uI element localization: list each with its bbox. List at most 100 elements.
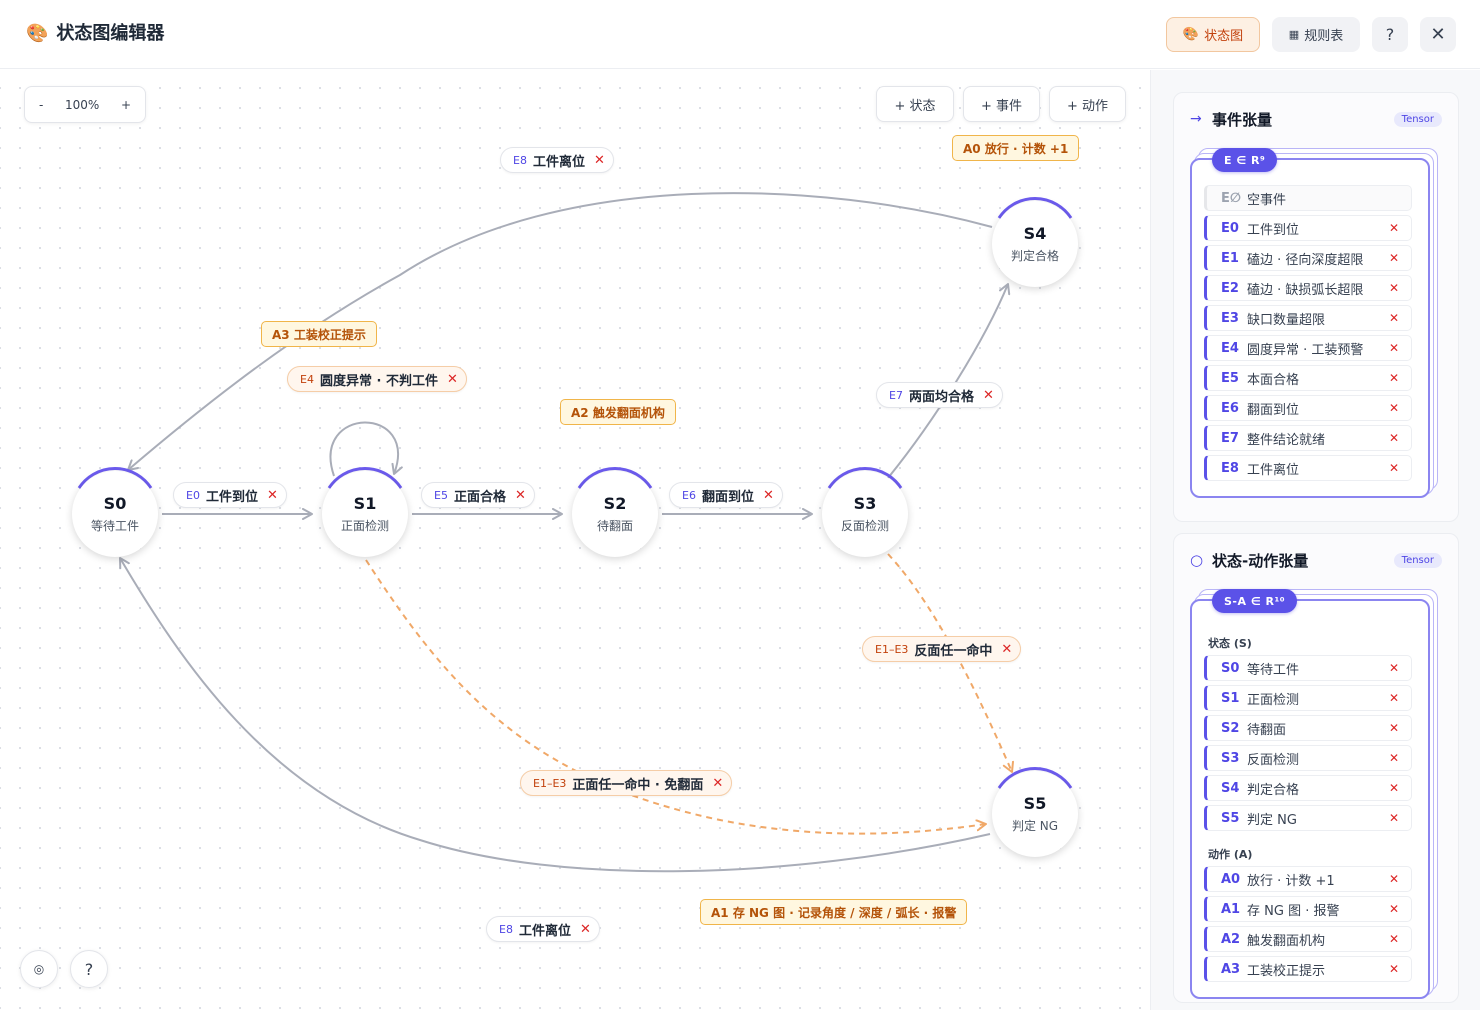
locate-icon[interactable]: ◎ bbox=[20, 950, 58, 988]
event-row[interactable]: E5 本面合格 ✕ bbox=[1204, 365, 1412, 391]
remove-icon[interactable]: ✕ bbox=[267, 488, 278, 503]
states-heading: 状态 (S) bbox=[1208, 637, 1252, 650]
event-row[interactable]: E0 工件到位 ✕ bbox=[1204, 215, 1412, 241]
state-row[interactable]: S4 判定合格 ✕ bbox=[1204, 775, 1412, 801]
remove-icon[interactable]: ✕ bbox=[594, 153, 605, 168]
state-row[interactable]: S5 判定 NG ✕ bbox=[1204, 805, 1412, 831]
action-label-a0[interactable]: A0 放行 · 计数 +1 bbox=[952, 135, 1080, 161]
add-action-button[interactable]: + 动作 bbox=[1049, 86, 1126, 122]
diagram-canvas[interactable]: - 100% + + 状态 + 事件 + 动作 S0 等待工件 S1 正面检测 … bbox=[0, 70, 1150, 1010]
event-label-e1-e3-back[interactable]: E1–E3 反面任一命中 ✕ bbox=[862, 636, 1022, 662]
help-button-canvas[interactable]: ? bbox=[70, 950, 108, 988]
state-node-s0[interactable]: S0 等待工件 bbox=[72, 471, 158, 557]
state-row[interactable]: S0 等待工件 ✕ bbox=[1204, 655, 1412, 681]
event-label-e6[interactable]: E6 翻面到位 ✕ bbox=[669, 482, 783, 508]
event-row[interactable]: E1 磕边 · 径向深度超限 ✕ bbox=[1204, 245, 1412, 271]
close-button[interactable]: ✕ bbox=[1420, 17, 1456, 52]
event-label-e5[interactable]: E5 正面合格 ✕ bbox=[421, 482, 535, 508]
event-id: E8 bbox=[513, 153, 527, 167]
remove-icon[interactable]: ✕ bbox=[580, 922, 591, 937]
remove-icon[interactable]: ✕ bbox=[1389, 781, 1399, 795]
remove-icon[interactable]: ✕ bbox=[1389, 221, 1399, 235]
state-row[interactable]: S2 待翻面 ✕ bbox=[1204, 715, 1412, 741]
action-label-a2[interactable]: A2 触发翻面机构 bbox=[560, 399, 676, 425]
event-label-e4[interactable]: E4 圆度异常 · 不判工件 ✕ bbox=[287, 366, 467, 392]
remove-icon[interactable]: ✕ bbox=[1389, 661, 1399, 675]
event-label-e0[interactable]: E0 工件到位 ✕ bbox=[173, 482, 287, 508]
add-event-button[interactable]: + 事件 bbox=[963, 86, 1040, 122]
action-row-text: 工装校正提示 bbox=[1247, 963, 1326, 979]
event-id: E5 bbox=[434, 488, 448, 502]
event-id: E8 bbox=[499, 922, 513, 936]
action-row-text: 存 NG 图 · 报警 bbox=[1247, 903, 1340, 919]
zoom-in-button[interactable]: + bbox=[121, 98, 131, 112]
remove-icon[interactable]: ✕ bbox=[1389, 371, 1399, 385]
edge-s5-s0[interactable] bbox=[119, 557, 991, 873]
remove-icon[interactable]: ✕ bbox=[1389, 461, 1399, 475]
event-row-empty[interactable]: E∅ 空事件 bbox=[1204, 185, 1412, 211]
action-row-text: 放行 · 计数 +1 bbox=[1247, 873, 1335, 889]
state-name: 判定 NG bbox=[1011, 818, 1059, 833]
state-row[interactable]: S1 正面检测 ✕ bbox=[1204, 685, 1412, 711]
remove-icon[interactable]: ✕ bbox=[1389, 811, 1399, 825]
event-label-e8-top[interactable]: E8 工件离位 ✕ bbox=[500, 147, 614, 173]
edge-s4-s0[interactable] bbox=[127, 192, 993, 471]
help-button[interactable]: ? bbox=[1372, 17, 1408, 52]
remove-icon[interactable]: ✕ bbox=[1389, 721, 1399, 735]
edge-s3-s4[interactable] bbox=[887, 283, 1011, 479]
event-label-e1-e3-front[interactable]: E1–E3 正面任一命中 · 免翻面 ✕ bbox=[520, 770, 733, 796]
action-row[interactable]: A0 放行 · 计数 +1 ✕ bbox=[1204, 866, 1412, 892]
event-row[interactable]: E4 圆度异常 · 工装预警 ✕ bbox=[1204, 335, 1412, 361]
remove-icon[interactable]: ✕ bbox=[515, 488, 526, 503]
action-row[interactable]: A3 工装校正提示 ✕ bbox=[1204, 956, 1412, 982]
remove-icon[interactable]: ✕ bbox=[1389, 932, 1399, 946]
action-row[interactable]: A1 存 NG 图 · 报警 ✕ bbox=[1204, 896, 1412, 922]
event-id: E1–E3 bbox=[533, 776, 567, 790]
remove-icon[interactable]: ✕ bbox=[983, 388, 994, 403]
state-row[interactable]: S3 反面检测 ✕ bbox=[1204, 745, 1412, 771]
action-label-a3[interactable]: A3 工装校正提示 bbox=[261, 321, 377, 347]
event-text: 两面均合格 bbox=[908, 389, 974, 405]
remove-icon[interactable]: ✕ bbox=[1389, 401, 1399, 415]
event-row[interactable]: E8 工件离位 ✕ bbox=[1204, 455, 1412, 481]
action-label-a1[interactable]: A1 存 NG 图 · 记录角度 / 深度 / 弧长 · 报警 bbox=[700, 899, 968, 925]
remove-icon[interactable]: ✕ bbox=[1389, 691, 1399, 705]
remove-icon[interactable]: ✕ bbox=[712, 776, 723, 791]
event-label-e8-bottom[interactable]: E8 工件离位 ✕ bbox=[486, 916, 600, 942]
rule-table-tab[interactable]: ▦ 规则表 bbox=[1272, 17, 1360, 52]
remove-icon[interactable]: ✕ bbox=[1389, 341, 1399, 355]
state-node-s2[interactable]: S2 待翻面 bbox=[572, 471, 658, 557]
event-row[interactable]: E3 缺口数量超限 ✕ bbox=[1204, 305, 1412, 331]
event-row-id: E0 bbox=[1221, 220, 1239, 236]
event-row-text: 本面合格 bbox=[1247, 372, 1300, 388]
state-row-text: 判定合格 bbox=[1247, 782, 1300, 798]
remove-icon[interactable]: ✕ bbox=[1389, 962, 1399, 976]
remove-icon[interactable]: ✕ bbox=[1389, 311, 1399, 325]
event-tensor-card: → 事件张量 Tensor E ∈ R⁹ E∅ 空事件 E0 工件到位 ✕ E1 磕边 … bbox=[1173, 92, 1459, 522]
zoom-out-button[interactable]: - bbox=[39, 98, 43, 112]
remove-icon[interactable]: ✕ bbox=[1389, 902, 1399, 916]
state-diagram-tab[interactable]: 🎨 状态图 bbox=[1166, 17, 1260, 52]
remove-icon[interactable]: ✕ bbox=[763, 488, 774, 503]
event-row[interactable]: E2 磕边 · 缺损弧长超限 ✕ bbox=[1204, 275, 1412, 301]
remove-icon[interactable]: ✕ bbox=[1389, 281, 1399, 295]
event-row[interactable]: E6 翻面到位 ✕ bbox=[1204, 395, 1412, 421]
palette-icon: 🎨 bbox=[26, 23, 49, 44]
remove-icon[interactable]: ✕ bbox=[1001, 642, 1012, 657]
state-node-s5[interactable]: S5 判定 NG bbox=[992, 771, 1078, 857]
state-node-s3[interactable]: S3 反面检测 bbox=[822, 471, 908, 557]
action-row[interactable]: A2 触发翻面机构 ✕ bbox=[1204, 926, 1412, 952]
state-node-s1[interactable]: S1 正面检测 bbox=[322, 471, 408, 557]
state-node-s4[interactable]: S4 判定合格 bbox=[992, 201, 1078, 287]
remove-icon[interactable]: ✕ bbox=[1389, 872, 1399, 886]
add-state-button[interactable]: + 状态 bbox=[876, 86, 954, 122]
event-text: 正面合格 bbox=[453, 489, 506, 505]
remove-icon[interactable]: ✕ bbox=[1389, 431, 1399, 445]
event-row[interactable]: E7 整件结论就绪 ✕ bbox=[1204, 425, 1412, 451]
event-label-e7[interactable]: E7 两面均合格 ✕ bbox=[876, 382, 1003, 408]
edge-s3-s5[interactable] bbox=[887, 553, 1014, 773]
event-row-id: E∅ bbox=[1221, 190, 1242, 206]
remove-icon[interactable]: ✕ bbox=[447, 372, 458, 387]
remove-icon[interactable]: ✕ bbox=[1389, 751, 1399, 765]
remove-icon[interactable]: ✕ bbox=[1389, 251, 1399, 265]
